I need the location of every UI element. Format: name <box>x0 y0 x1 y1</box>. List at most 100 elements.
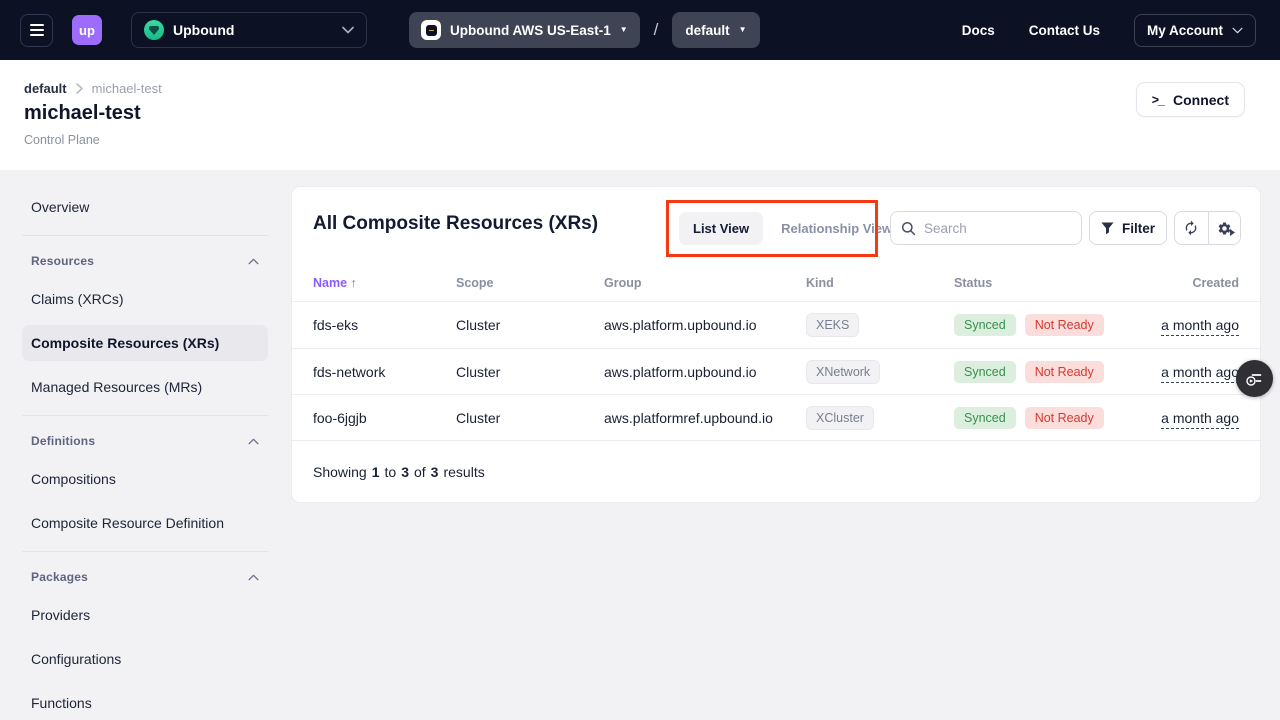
filter-button[interactable]: Filter <box>1089 211 1167 245</box>
breadcrumb: default michael-test <box>24 81 162 96</box>
top-navigation-bar: up Upbound Upbound AWS US-East-1 ▼ / def… <box>0 0 1280 60</box>
my-account-button[interactable]: My Account <box>1134 14 1256 47</box>
sidebar-item-managed-resources[interactable]: Managed Resources (MRs) <box>22 369 268 405</box>
table-row[interactable]: fds-eks Cluster aws.platform.upbound.io … <box>292 302 1260 348</box>
column-header-scope[interactable]: Scope <box>456 276 604 290</box>
chevron-up-icon <box>248 574 259 581</box>
sidebar-section-resources[interactable]: Resources <box>22 247 268 275</box>
status-badge-not-ready: Not Ready <box>1025 314 1104 336</box>
summary-text: of <box>414 464 426 480</box>
table-footer: Showing 1 to 3 of 3 results <box>292 440 1260 503</box>
search-icon <box>901 221 916 236</box>
kind-badge: XNetwork <box>806 360 880 384</box>
column-header-created[interactable]: Created <box>1192 276 1239 290</box>
cell-created: a month ago <box>1161 410 1239 426</box>
control-plane-name: Upbound AWS US-East-1 <box>450 23 611 38</box>
section-title: Resources <box>31 254 94 268</box>
cell-group: aws.platform.upbound.io <box>604 317 806 333</box>
column-header-name[interactable]: Name ↑ <box>313 276 456 290</box>
sidebar-item-providers[interactable]: Providers <box>22 597 268 633</box>
my-account-label: My Account <box>1147 23 1223 38</box>
refresh-button[interactable] <box>1175 212 1208 244</box>
summary-text: results <box>443 464 484 480</box>
column-header-kind[interactable]: Kind <box>806 276 954 290</box>
chevron-down-icon <box>1232 27 1243 34</box>
divider <box>22 235 268 236</box>
sidebar-item-label: Compositions <box>31 471 116 487</box>
sidebar-item-claims[interactable]: Claims (XRCs) <box>22 281 268 317</box>
feedback-widget-button[interactable] <box>1236 360 1273 397</box>
sidebar-item-label: Providers <box>31 607 90 623</box>
results-summary: Showing 1 to 3 of 3 results <box>313 464 485 480</box>
list-view-tab[interactable]: List View <box>679 212 763 245</box>
composite-resources-panel: All Composite Resources (XRs) List View … <box>291 186 1261 503</box>
caret-down-icon: ▼ <box>620 26 628 34</box>
page-header: default michael-test michael-test Contro… <box>0 60 1280 170</box>
sidebar-section-definitions[interactable]: Definitions <box>22 427 268 455</box>
sidebar-item-label: Configurations <box>31 651 121 667</box>
cell-group: aws.platform.upbound.io <box>604 364 806 380</box>
sidebar-item-composite-resources[interactable]: Composite Resources (XRs) <box>22 325 268 361</box>
logo-text: up <box>79 23 95 38</box>
sidebar-item-composite-resource-definition[interactable]: Composite Resource Definition <box>22 505 268 541</box>
organization-avatar-icon <box>144 20 164 40</box>
control-plane-selector[interactable]: Upbound AWS US-East-1 ▼ <box>409 12 640 48</box>
path-separator: / <box>654 20 659 40</box>
namespace-selector[interactable]: default ▼ <box>672 12 759 48</box>
created-tooltip-link[interactable]: a month ago <box>1161 364 1239 383</box>
section-title: Definitions <box>31 434 95 448</box>
refresh-icon <box>1183 220 1199 236</box>
cell-scope: Cluster <box>456 364 604 380</box>
sidebar-item-compositions[interactable]: Compositions <box>22 461 268 497</box>
funnel-icon <box>1101 222 1114 235</box>
chevron-up-icon <box>248 438 259 445</box>
relationship-view-tab[interactable]: Relationship View <box>776 221 897 236</box>
kind-badge: XCluster <box>806 406 874 430</box>
refresh-controls <box>1174 211 1241 245</box>
sidebar-item-label: Overview <box>31 199 89 215</box>
contact-us-link[interactable]: Contact Us <box>1029 23 1100 38</box>
created-tooltip-link[interactable]: a month ago <box>1161 317 1239 336</box>
play-triangle-icon <box>1230 229 1235 236</box>
breadcrumb-root-link[interactable]: default <box>24 81 67 96</box>
terminal-icon: >_ <box>1152 93 1164 107</box>
status-badge-synced: Synced <box>954 314 1016 336</box>
cell-name: fds-eks <box>313 317 456 333</box>
relationship-view-label: Relationship View <box>781 221 892 236</box>
divider <box>22 551 268 552</box>
status-badge-synced: Synced <box>954 407 1016 429</box>
sidebar-item-overview[interactable]: Overview <box>22 189 268 225</box>
page-subtitle: Control Plane <box>24 133 100 147</box>
chevron-up-icon <box>248 258 259 265</box>
auto-refresh-settings-button[interactable] <box>1208 212 1241 244</box>
connect-button[interactable]: >_ Connect <box>1136 82 1245 117</box>
filter-button-label: Filter <box>1122 221 1155 236</box>
kind-badge: XEKS <box>806 313 859 337</box>
search-box <box>890 211 1082 245</box>
sidebar-navigation: Overview Resources Claims (XRCs) Composi… <box>0 170 290 720</box>
cell-group: aws.platformref.upbound.io <box>604 410 806 426</box>
panel-title: All Composite Resources (XRs) <box>313 213 598 235</box>
cell-created: a month ago <box>1161 364 1239 380</box>
sidebar-section-packages[interactable]: Packages <box>22 563 268 591</box>
created-tooltip-link[interactable]: a month ago <box>1161 410 1239 429</box>
sidebar-item-label: Managed Resources (MRs) <box>31 379 202 395</box>
upbound-logo[interactable]: up <box>72 15 102 45</box>
table-row[interactable]: fds-network Cluster aws.platform.upbound… <box>292 348 1260 394</box>
cell-status: Synced Not Ready <box>954 407 1140 429</box>
docs-link[interactable]: Docs <box>962 23 995 38</box>
organization-selector[interactable]: Upbound <box>131 12 367 48</box>
hamburger-menu-button[interactable] <box>20 14 53 47</box>
cell-created: a month ago <box>1161 317 1239 333</box>
sidebar-item-label: Composite Resource Definition <box>31 515 224 531</box>
column-header-status[interactable]: Status <box>954 276 1140 290</box>
column-header-group[interactable]: Group <box>604 276 806 290</box>
caret-down-icon: ▼ <box>739 26 747 34</box>
organization-name: Upbound <box>173 22 234 38</box>
summary-to: 3 <box>401 464 409 480</box>
breadcrumb-current: michael-test <box>92 81 162 96</box>
sidebar-item-configurations[interactable]: Configurations <box>22 641 268 677</box>
search-input[interactable] <box>924 221 1071 236</box>
sidebar-item-functions[interactable]: Functions <box>22 685 268 720</box>
table-row[interactable]: foo-6jgjb Cluster aws.platformref.upboun… <box>292 394 1260 440</box>
